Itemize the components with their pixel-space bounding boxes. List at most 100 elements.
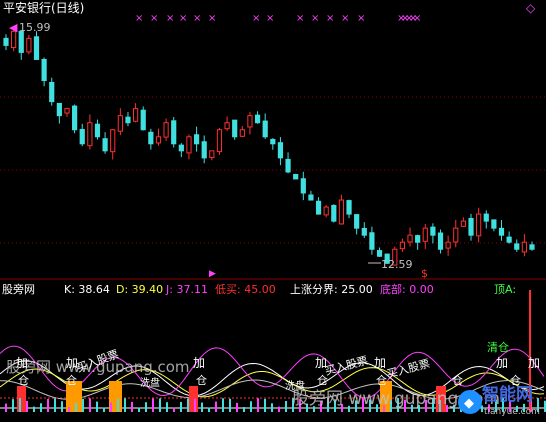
histogram-bar: [222, 398, 224, 412]
candle-body: [331, 204, 337, 222]
histogram-bar: [124, 398, 126, 412]
candle-body: [376, 250, 383, 257]
histogram-bar: [159, 398, 161, 412]
histogram-bar: [89, 398, 91, 412]
top-a-value: 顶A:: [494, 283, 516, 296]
signal-marker: ×: [135, 13, 143, 24]
candle-body: [308, 194, 314, 201]
histogram-bar: [110, 402, 112, 412]
candle-body: [399, 241, 406, 250]
j-value: J: 37.11: [165, 283, 208, 296]
candle-body: [110, 129, 116, 153]
candle-body: [323, 206, 329, 216]
candle-body: [102, 138, 108, 152]
add-position-label: 加: [16, 356, 28, 370]
candle-body: [117, 115, 123, 132]
candle-body: [125, 116, 131, 124]
candle-body: [445, 241, 451, 249]
histogram-bar: [145, 402, 147, 412]
add-position-sub-label: 仓: [196, 373, 207, 387]
histogram-bar: [12, 399, 14, 412]
candle-body: [79, 128, 85, 145]
site-logo-icon: ◆: [464, 396, 474, 411]
candle-body: [132, 108, 139, 122]
candle-body: [41, 58, 47, 82]
candle-body: [216, 129, 223, 153]
histogram-bar: [194, 398, 196, 412]
candle-body: [201, 141, 207, 159]
histogram-bar: [131, 401, 133, 412]
signal-marker: ×: [296, 13, 304, 24]
red-signal-bar: [189, 386, 198, 412]
candle-body: [361, 227, 367, 236]
histogram-bar: [47, 398, 49, 412]
candle-body: [33, 36, 40, 60]
candle-body: [262, 120, 268, 138]
signal-marker: ×: [311, 13, 319, 24]
signal-marker: ×: [179, 13, 187, 24]
candle-body: [483, 213, 489, 222]
candle-body: [49, 81, 55, 103]
candle-body: [140, 109, 146, 131]
histogram-bar: [152, 398, 154, 412]
k-value: K: 38.64: [64, 283, 110, 296]
histogram-bar: [54, 398, 56, 412]
candle-body: [514, 243, 520, 250]
wash-label: 洗盘: [140, 376, 160, 389]
candle-body: [239, 129, 245, 137]
histogram-bar: [40, 403, 42, 412]
candle-body: [193, 134, 200, 145]
histogram-bar: [208, 407, 210, 412]
histogram-bar: [201, 402, 203, 412]
candle-body: [247, 115, 253, 128]
watermark-logo-text: 智能网: [482, 384, 533, 405]
histogram-bar: [166, 402, 168, 412]
add-position-label: 加: [374, 356, 386, 370]
candle-body: [407, 234, 413, 243]
histogram-bar: [26, 400, 28, 412]
histogram-bar: [173, 407, 175, 412]
candle-body: [506, 236, 512, 243]
histogram-bar: [75, 402, 77, 412]
candle-body: [254, 114, 261, 124]
histogram-bar: [271, 403, 273, 412]
signal-marker: ×: [208, 13, 216, 24]
dollar-signal-icon: $: [421, 267, 428, 280]
histogram-bar: [96, 401, 98, 412]
buy-line-value: 低买: 45.00: [215, 283, 276, 296]
histogram-bar: [61, 401, 63, 412]
diamond-icon[interactable]: ◇: [526, 1, 536, 15]
candle-body: [186, 136, 192, 154]
add-position-sub-label: 仓: [18, 373, 29, 387]
candle-body: [300, 178, 306, 194]
histogram-bar: [243, 407, 245, 412]
histogram-bar: [278, 406, 280, 412]
candle-body: [26, 37, 32, 53]
candle-body: [72, 105, 78, 131]
candle-body: [209, 150, 215, 159]
bottom-arrow-icon: ▶: [209, 269, 216, 279]
high-arrow-icon: ◀: [9, 21, 18, 34]
histogram-bar: [236, 402, 238, 412]
candle-body: [64, 108, 70, 114]
add-position-sub-label: 仓: [376, 373, 387, 387]
candle-body: [163, 122, 169, 138]
candle-body: [56, 102, 62, 117]
add-position-sub-label: 仓: [66, 373, 77, 387]
kline-chart: × × × × × × × × × × × × × ××××× 平安银行(日线) ◇ ◀ 15.99 12…: [0, 0, 546, 422]
histogram-bar: [229, 398, 231, 412]
candle-body: [270, 138, 276, 145]
histogram-bar: [68, 406, 70, 412]
signal-marker: ×: [357, 13, 365, 24]
histogram-bar: [103, 407, 105, 412]
candle-body: [87, 122, 93, 147]
candle-body: [521, 241, 527, 253]
clear-position-label: 清仓: [487, 340, 509, 354]
histogram-bar: [257, 398, 259, 412]
candle-body: [338, 199, 345, 225]
candle-body: [453, 227, 459, 243]
candle-body: [369, 232, 375, 250]
add-position-sub-label: 仓: [452, 373, 463, 387]
signal-marker: ×: [150, 13, 158, 24]
signal-marker: ×: [413, 13, 421, 24]
